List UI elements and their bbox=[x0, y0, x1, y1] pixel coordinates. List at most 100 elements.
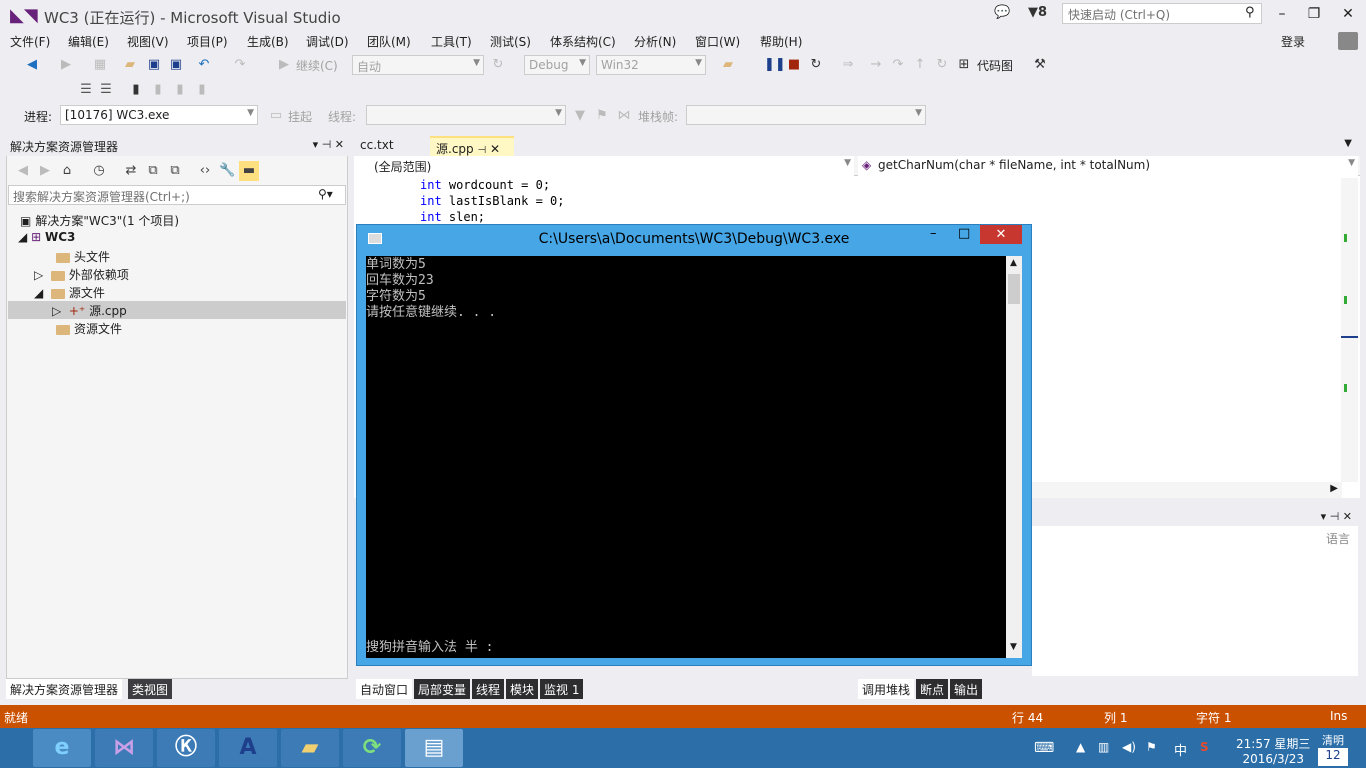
tab-breakpoints[interactable]: 断点 bbox=[916, 679, 949, 699]
menu-test[interactable]: 测试(S) bbox=[490, 33, 531, 50]
network-icon[interactable]: ▥ bbox=[1098, 740, 1109, 754]
clock[interactable]: 21:57 星期三 2016/3/23 bbox=[1236, 735, 1310, 766]
console-maximize-button[interactable]: □ bbox=[958, 226, 980, 241]
undo-icon[interactable]: ↶ bbox=[196, 57, 212, 73]
console-output[interactable]: 单词数为5 回车数为23 字符数为5 请按任意键继续. . . 搜狗拼音输入法 … bbox=[366, 256, 1006, 658]
pause-icon[interactable]: ❚❚ bbox=[764, 57, 786, 73]
panel-options-icon[interactable]: ▾ ⊣ ✕ bbox=[313, 138, 344, 151]
tab-locals[interactable]: 局部变量 bbox=[414, 679, 471, 699]
tray-expand-icon[interactable]: ▲ bbox=[1076, 740, 1085, 754]
tree-project[interactable]: ◢ ⊞ WC3 bbox=[18, 230, 75, 244]
suspend-button[interactable]: 挂起 bbox=[288, 108, 312, 125]
find-icon[interactable]: ▰ bbox=[720, 57, 736, 73]
code-map-icon[interactable]: ⊞ bbox=[956, 57, 972, 73]
new-project-icon[interactable]: ▦ bbox=[92, 57, 108, 73]
continue-icon[interactable]: ▶ bbox=[276, 57, 292, 73]
notifications-icon[interactable]: ▼8 bbox=[1028, 5, 1047, 20]
stack-icon[interactable]: ⋈ bbox=[616, 108, 632, 124]
menu-analyze[interactable]: 分析(N) bbox=[634, 33, 676, 50]
step-over-icon[interactable]: ↷ bbox=[890, 57, 906, 73]
console-scrollbar[interactable]: ▲ ▼ bbox=[1006, 256, 1022, 658]
tab-solution-explorer[interactable]: 解决方案资源管理器 bbox=[6, 679, 123, 699]
panel-options-icon[interactable]: ▾ ⊣ ✕ bbox=[1321, 510, 1352, 523]
tab-cc-txt[interactable]: cc.txt bbox=[354, 136, 400, 156]
tab-watch-1[interactable]: 监视 1 bbox=[540, 679, 584, 699]
menu-architecture[interactable]: 体系结构(C) bbox=[550, 33, 616, 50]
process-combo[interactable]: [10176] WC3.exe ▼ bbox=[60, 105, 258, 125]
menu-edit[interactable]: 编辑(E) bbox=[68, 33, 109, 50]
tree-resource-files[interactable]: 资源文件 bbox=[56, 320, 122, 337]
tab-call-stack[interactable]: 调用堆栈 bbox=[858, 679, 915, 699]
flag-icon[interactable]: ⚑ bbox=[594, 108, 610, 124]
platform-combo[interactable]: Win32 ▼ bbox=[596, 55, 706, 75]
tab-class-view[interactable]: 类视图 bbox=[128, 679, 173, 699]
menu-window[interactable]: 窗口(W) bbox=[695, 33, 740, 50]
tab-modules[interactable]: 模块 bbox=[506, 679, 539, 699]
scroll-right-icon[interactable]: ▶ bbox=[1330, 483, 1338, 494]
volume-icon[interactable]: ◀) bbox=[1122, 740, 1136, 754]
pin-icon[interactable]: ⊣ bbox=[477, 145, 486, 156]
prev-bookmark-icon[interactable]: ▮ bbox=[150, 82, 166, 98]
tab-output[interactable]: 输出 bbox=[950, 679, 983, 699]
uncomment-icon[interactable]: ☰ bbox=[98, 82, 114, 98]
preview-icon[interactable]: ▬ bbox=[239, 161, 259, 181]
tree-source-cpp[interactable]: ▷ +⁺ 源.cpp bbox=[52, 302, 127, 319]
bookmark-icon[interactable]: ▮ bbox=[128, 82, 144, 98]
browser-icon[interactable]: ⟳ bbox=[343, 729, 401, 767]
menu-debug[interactable]: 调试(D) bbox=[306, 33, 349, 50]
tools-icon[interactable]: ⚒ bbox=[1032, 57, 1048, 73]
back-icon[interactable]: ◀ bbox=[24, 57, 40, 73]
menu-team[interactable]: 团队(M) bbox=[367, 33, 411, 50]
editor-vertical-scrollbar[interactable] bbox=[1341, 178, 1358, 482]
save-all-icon[interactable]: ▣ bbox=[168, 57, 184, 73]
console-app-icon[interactable]: ▤ bbox=[405, 729, 463, 767]
ime-indicator[interactable]: 中 bbox=[1174, 740, 1187, 759]
auto-combo[interactable]: 自动 ▼ bbox=[352, 55, 484, 75]
menu-view[interactable]: 视图(V) bbox=[127, 33, 169, 50]
code-map-button[interactable]: 代码图 bbox=[977, 57, 1013, 74]
tab-source-cpp[interactable]: 源.cpp ⊣ ✕ bbox=[430, 136, 514, 156]
close-icon[interactable]: ✕ bbox=[490, 142, 500, 156]
show-next-statement-icon[interactable]: ⇒ bbox=[840, 57, 856, 73]
file-explorer-icon[interactable]: ▰ bbox=[281, 729, 339, 767]
console-close-button[interactable]: ✕ bbox=[980, 225, 1022, 244]
avatar[interactable] bbox=[1338, 32, 1358, 50]
tab-autos[interactable]: 自动窗口 bbox=[356, 679, 413, 699]
view-code-icon[interactable]: ‹› bbox=[197, 163, 213, 179]
forward-icon[interactable]: ▶ bbox=[58, 57, 74, 73]
configuration-combo[interactable]: Debug ▼ bbox=[524, 55, 590, 75]
restore-button[interactable]: ❐ bbox=[1300, 3, 1328, 25]
thread-combo[interactable]: ▼ bbox=[366, 105, 566, 125]
solution-search-input[interactable]: 搜索解决方案资源管理器(Ctrl+;) bbox=[8, 185, 346, 205]
text-editor-icon[interactable]: A bbox=[219, 729, 277, 767]
scroll-down-icon[interactable]: ▼ bbox=[1010, 642, 1017, 652]
menu-tools[interactable]: 工具(T) bbox=[431, 33, 472, 50]
comment-icon[interactable]: ☰ bbox=[78, 82, 94, 98]
continue-button[interactable]: 继续(C) bbox=[296, 57, 338, 74]
stackframe-combo[interactable]: ▼ bbox=[686, 105, 926, 125]
scope-combo[interactable]: (全局范围) ▼ bbox=[354, 156, 854, 176]
restart-icon[interactable]: ↻ bbox=[808, 57, 824, 73]
properties-icon[interactable]: 🔧 bbox=[219, 163, 235, 179]
refresh-icon[interactable]: ↻ bbox=[490, 57, 506, 73]
clear-bookmarks-icon[interactable]: ▮ bbox=[194, 82, 210, 98]
tree-solution[interactable]: ▣ 解决方案"WC3"(1 个项目) bbox=[20, 212, 179, 229]
function-combo[interactable]: ◈ getCharNum(char * fileName, int * total… bbox=[858, 156, 1358, 176]
console-minimize-button[interactable]: – bbox=[930, 226, 952, 241]
history-icon[interactable]: ◷ bbox=[91, 163, 107, 179]
next-bookmark-icon[interactable]: ▮ bbox=[172, 82, 188, 98]
open-file-icon[interactable]: ▰ bbox=[122, 57, 138, 73]
menu-help[interactable]: 帮助(H) bbox=[760, 33, 802, 50]
calendar-widget[interactable]: 清明 12 bbox=[1318, 732, 1348, 766]
step-into-icon[interactable]: → bbox=[868, 57, 884, 73]
stop-icon[interactable]: ■ bbox=[786, 57, 802, 73]
menu-build[interactable]: 生成(B) bbox=[247, 33, 289, 50]
editor-horizontal-scrollbar[interactable]: ▶ bbox=[1032, 482, 1342, 498]
scroll-thumb[interactable] bbox=[1008, 274, 1020, 304]
show-all-files-icon[interactable]: ⧉ bbox=[167, 163, 183, 179]
redo-icon[interactable]: ↷ bbox=[232, 57, 248, 73]
sogou-icon[interactable]: S bbox=[1200, 740, 1209, 754]
kugou-icon[interactable]: Ⓚ bbox=[157, 729, 215, 767]
menu-file[interactable]: 文件(F) bbox=[10, 33, 50, 50]
chevron-down-icon[interactable]: ▼ bbox=[1344, 138, 1352, 149]
